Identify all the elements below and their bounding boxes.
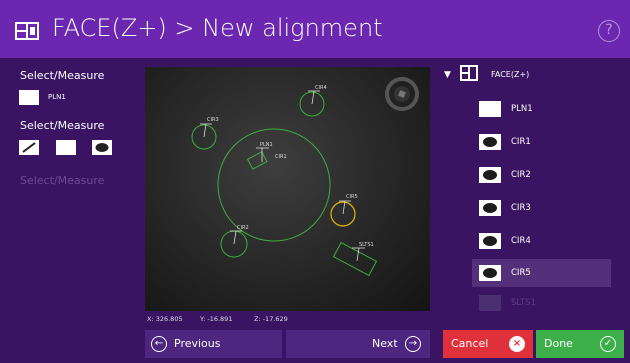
plane-icon: [479, 101, 501, 117]
feature-drawing: CIR4 CIR3 PLN1 CIR1 CIR5 CIR2 SLTS1: [191, 77, 419, 277]
previous-label: Previous: [174, 337, 221, 350]
plane-swatch-icon[interactable]: [19, 90, 39, 105]
done-button[interactable]: Done ✓: [536, 330, 624, 358]
coord-x: X: 326.805: [147, 315, 183, 323]
select-measure-disabled-label: Select/Measure: [20, 174, 105, 187]
plane-tool-icon[interactable]: [56, 140, 76, 155]
tree-item-cir4[interactable]: CIR4: [472, 227, 611, 255]
coord-y: Y: -16.891: [200, 315, 233, 323]
cancel-label: Cancel: [451, 337, 489, 350]
select-measure-label: Select/Measure: [20, 69, 105, 82]
collapse-arrow-icon[interactable]: ▼: [444, 70, 451, 80]
tree-item-label: CIR3: [511, 203, 531, 213]
tree-item-cir2[interactable]: CIR2: [472, 161, 611, 189]
close-icon: ×: [509, 336, 525, 352]
arrow-right-icon: →: [405, 336, 421, 352]
pln1-viewport-label: PLN1: [260, 142, 273, 148]
circle-icon: [479, 200, 501, 216]
tree-item-label: CIR2: [511, 170, 531, 180]
cir1-label: CIR1: [275, 154, 287, 160]
cir4-feature[interactable]: [299, 90, 325, 117]
cir5-feature[interactable]: [330, 200, 356, 227]
tree-root-label[interactable]: FACE(Z+): [491, 70, 529, 79]
next-label: Next: [372, 337, 398, 350]
arrow-left-icon: ←: [151, 336, 167, 352]
3d-viewport[interactable]: CIR4 CIR3 PLN1 CIR1 CIR5 CIR2 SLTS1: [145, 67, 430, 311]
tree-item-cir1[interactable]: CIR1: [472, 128, 611, 156]
view-cube-icon[interactable]: [385, 77, 419, 111]
tree-item-pln1[interactable]: PLN1: [472, 95, 611, 123]
circle-icon: [479, 233, 501, 249]
circle-icon: [479, 167, 501, 183]
circle-icon: [479, 134, 501, 150]
cir5-label: CIR5: [346, 194, 358, 200]
tree-item-slts1[interactable]: SLTS1: [472, 289, 611, 317]
tree-item-label: CIR4: [511, 236, 531, 246]
slot-icon: [479, 295, 501, 311]
cancel-button[interactable]: Cancel ×: [443, 330, 533, 358]
coordinate-readout: X: 326.805 Y: -16.891 Z: -17.629: [145, 313, 430, 325]
feature-face-icon: [15, 22, 39, 40]
tree-item-cir3[interactable]: CIR3: [472, 194, 611, 222]
large-circle-outline[interactable]: [217, 128, 331, 242]
pln1-label: PLN1: [48, 93, 66, 101]
previous-button[interactable]: ← Previous: [145, 330, 282, 358]
cir3-feature[interactable]: [191, 123, 217, 150]
pln1-feature[interactable]: [246, 147, 269, 170]
circle-tool-icon[interactable]: [92, 140, 112, 155]
cir3-label: CIR3: [207, 117, 219, 123]
tree-item-label: CIR5: [511, 268, 531, 278]
cir2-feature[interactable]: [220, 230, 248, 258]
line-tool-icon[interactable]: [19, 140, 39, 155]
coord-z: Z: -17.629: [254, 315, 288, 323]
done-label: Done: [544, 337, 573, 350]
page-title: FACE(Z+) > New alignment: [52, 14, 383, 42]
circle-icon: [479, 265, 501, 281]
next-button[interactable]: Next →: [286, 330, 430, 358]
tree-item-cir5[interactable]: CIR5: [472, 259, 611, 287]
tree-item-label: PLN1: [511, 104, 533, 114]
tree-item-label: SLTS1: [511, 298, 536, 308]
slts1-label: SLTS1: [359, 242, 374, 248]
feature-face-icon: [460, 65, 478, 81]
cir2-label: CIR2: [237, 225, 249, 231]
help-icon[interactable]: ?: [598, 20, 620, 42]
check-icon: ✓: [600, 336, 616, 352]
select-measure-label: Select/Measure: [20, 119, 105, 132]
cir4-label: CIR4: [315, 85, 327, 91]
tree-item-label: CIR1: [511, 137, 531, 147]
header-bar: FACE(Z+) > New alignment ?: [0, 0, 630, 58]
